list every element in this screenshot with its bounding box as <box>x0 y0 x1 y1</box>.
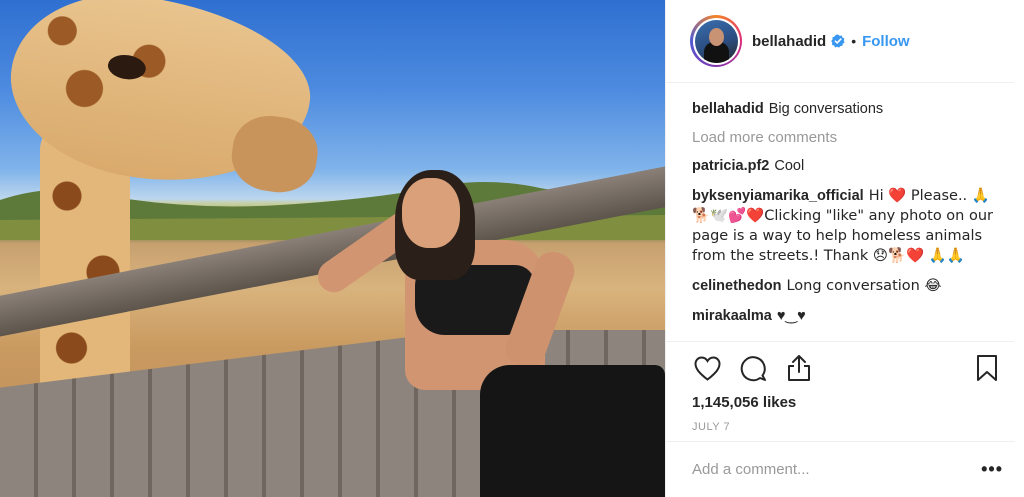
share-button[interactable] <box>784 353 814 383</box>
load-more-comments-button[interactable]: Load more comments <box>692 129 1004 146</box>
action-bar <box>666 342 1024 394</box>
more-options-icon[interactable]: ••• <box>981 459 1003 480</box>
save-button[interactable] <box>972 353 1002 383</box>
heart-icon <box>693 355 721 381</box>
comments-list: bellahadid Big conversations Load more co… <box>666 83 1024 341</box>
verified-badge-icon <box>831 34 845 48</box>
comment-bubble-icon <box>740 355 766 381</box>
person-face <box>402 178 460 248</box>
save-group <box>972 353 1002 383</box>
like-count[interactable]: 1,145,056 likes <box>666 394 1024 411</box>
comment-item: patricia.pf2 Cool <box>692 156 1004 176</box>
story-ring[interactable] <box>690 15 742 67</box>
comment-button[interactable] <box>738 353 768 383</box>
post-header: bellahadid • Follow <box>666 0 1014 83</box>
comment-text: Long conversation 😂 <box>786 278 942 294</box>
comment-item: celinethedon Long conversation 😂 <box>692 276 1004 296</box>
action-group <box>692 353 814 383</box>
post-sidebar: bellahadid • Follow bellahadid Big conver… <box>665 0 1024 497</box>
bookmark-icon <box>977 355 997 381</box>
comment-username[interactable]: patricia.pf2 <box>692 158 769 174</box>
giraffe-eye <box>106 52 148 82</box>
add-comment-input[interactable] <box>692 461 982 478</box>
avatar[interactable] <box>694 19 738 63</box>
comment-text: ♥‿♥ <box>776 308 806 324</box>
author-username[interactable]: bellahadid <box>752 33 826 50</box>
share-icon <box>788 355 810 381</box>
avatar-frame <box>692 17 740 65</box>
comment-text: Cool <box>774 158 805 174</box>
comment-username[interactable]: mirakaalma <box>692 308 772 324</box>
like-button[interactable] <box>692 353 722 383</box>
comment-text: Big conversations <box>768 101 884 117</box>
person-skirt <box>480 365 665 497</box>
comment-item: mirakaalma ♥‿♥ <box>692 306 1004 326</box>
comment-composer: ••• <box>666 441 1015 497</box>
post-date[interactable]: JULY 7 <box>666 421 1024 433</box>
comment-username[interactable]: byksenyiamarika_official <box>692 188 864 204</box>
comment-username[interactable]: bellahadid <box>692 101 764 117</box>
caption: bellahadid Big conversations <box>692 99 1004 119</box>
post-photo[interactable] <box>0 0 665 497</box>
separator-dot: • <box>851 33 857 49</box>
comment-item: byksenyiamarika_official Hi ❤️ Please.. 🙏… <box>692 186 1004 266</box>
follow-button[interactable]: Follow <box>862 33 910 50</box>
comment-username[interactable]: celinethedon <box>692 278 781 294</box>
